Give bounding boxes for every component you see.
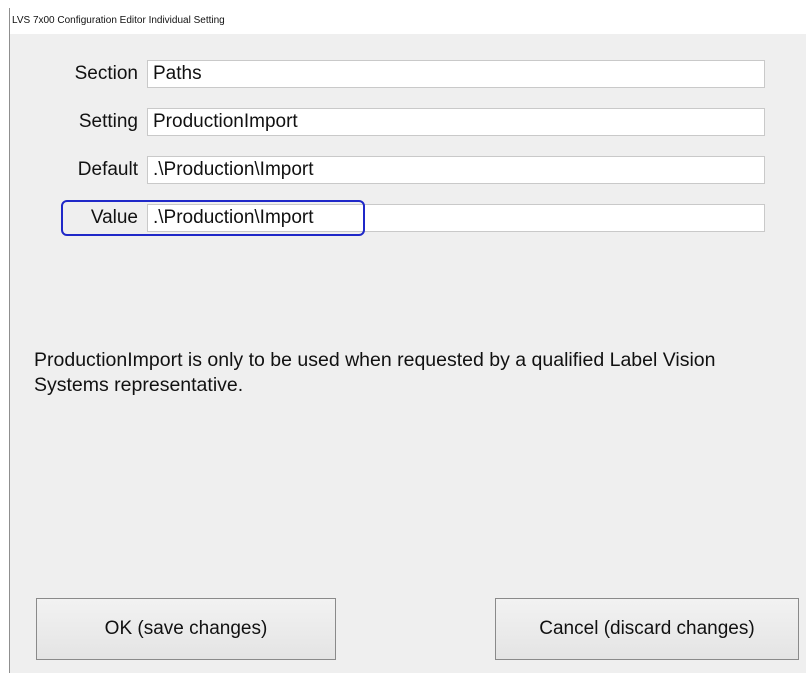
ok-button[interactable]: OK (save changes) — [36, 598, 336, 660]
dialog-window: LVS 7x00 Configuration Editor Individual… — [9, 8, 806, 673]
default-label: Default — [77, 159, 138, 180]
section-field[interactable]: Paths — [147, 60, 765, 88]
value-field[interactable]: .\Production\Import — [147, 204, 765, 232]
cancel-button[interactable]: Cancel (discard changes) — [495, 598, 799, 660]
default-field[interactable]: .\Production\Import — [147, 156, 765, 184]
dialog-body: Section Paths Setting ProductionImport D… — [10, 34, 806, 673]
setting-field[interactable]: ProductionImport — [147, 108, 765, 136]
info-message: ProductionImport is only to be used when… — [34, 349, 716, 396]
window-title: LVS 7x00 Configuration Editor Individual… — [12, 15, 225, 26]
value-label: Value — [90, 207, 138, 228]
section-label: Section — [74, 63, 138, 84]
setting-label: Setting — [78, 111, 138, 132]
title-bar: LVS 7x00 Configuration Editor Individual… — [10, 8, 806, 34]
